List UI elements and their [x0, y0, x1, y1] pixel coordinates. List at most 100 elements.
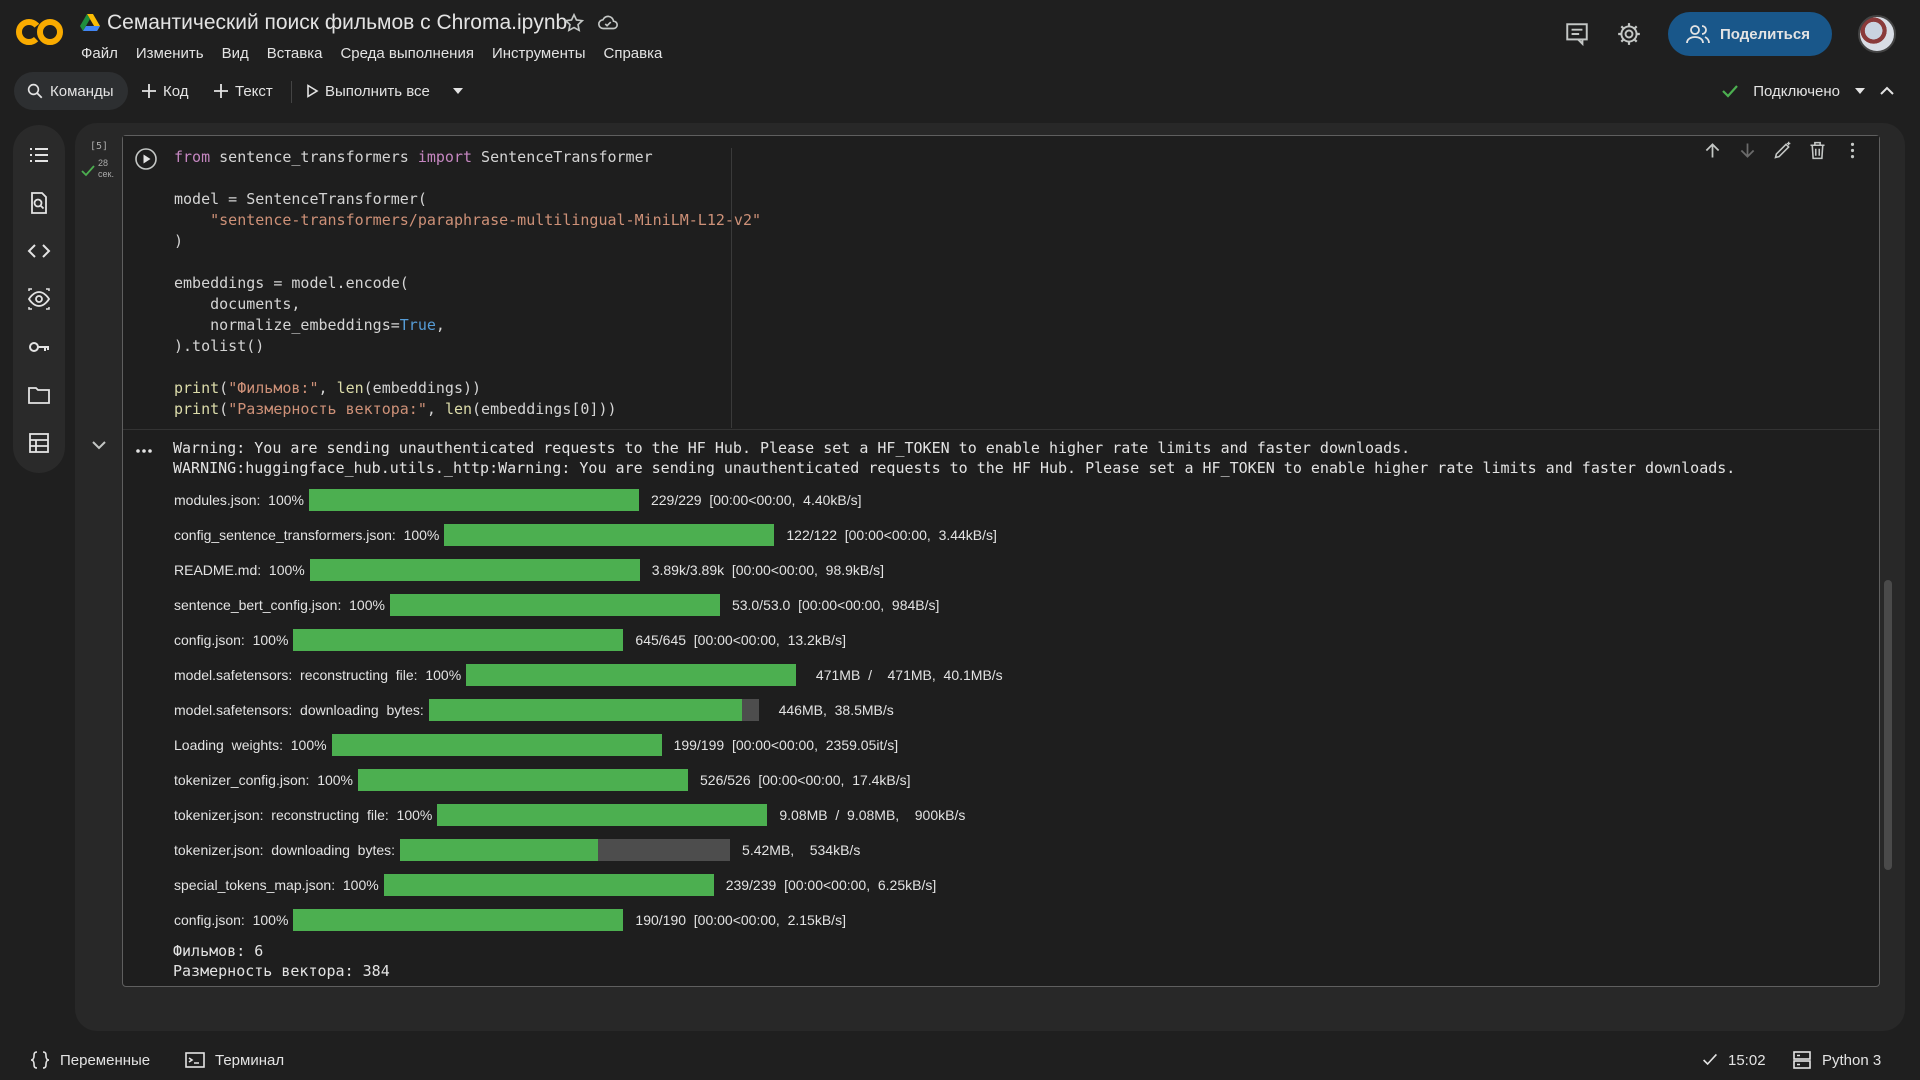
- server-icon: [1793, 1051, 1811, 1069]
- colab-logo[interactable]: [16, 14, 64, 50]
- progress-row: special_tokens_map.json: 100% 239/239 [00…: [173, 867, 1863, 902]
- progress-fill: [400, 838, 599, 861]
- move-up-icon[interactable]: [1702, 140, 1723, 161]
- code-line: documents,: [174, 295, 301, 313]
- progress-fill: [293, 908, 624, 931]
- progress-fill: [331, 733, 662, 756]
- people-icon: [1686, 25, 1710, 44]
- progress-stats: 9.08MB / 9.08MB, 900kB/s: [779, 806, 966, 823]
- progress-row: tokenizer.json: downloading bytes: 5.42MB…: [173, 832, 1863, 867]
- table-of-contents-icon[interactable]: [27, 143, 51, 167]
- progress-label: Loading weights: 100%: [174, 736, 327, 753]
- run-cell-button[interactable]: [135, 148, 157, 170]
- progress-stats: 122/122 [00:00<00:00, 3.44kB/s]: [786, 526, 997, 543]
- add-text-button[interactable]: Текст: [213, 72, 273, 110]
- progress-stats: 3.89k/3.89k [00:00<00:00, 98.9kB/s]: [651, 561, 885, 578]
- settings-gear-icon[interactable]: [1616, 21, 1642, 47]
- progress-fill: [308, 488, 639, 511]
- progress-fill: [444, 523, 775, 546]
- progress-fill: [428, 698, 743, 721]
- folder-icon[interactable]: [27, 383, 51, 407]
- variables-button[interactable]: Переменные: [30, 1040, 150, 1080]
- find-in-document-icon[interactable]: [27, 191, 51, 215]
- menu-runtime[interactable]: Среда выполнения: [331, 45, 483, 62]
- progress-bar: [383, 873, 714, 896]
- share-button[interactable]: Поделиться: [1667, 12, 1832, 56]
- code-editor[interactable]: from sentence_transformers import Senten…: [123, 136, 1879, 430]
- run-all-button[interactable]: Выполнить все: [305, 72, 430, 110]
- add-code-button[interactable]: Код: [141, 72, 189, 110]
- progress-bar: [293, 628, 624, 651]
- code-snippets-icon[interactable]: [27, 239, 51, 263]
- delete-trash-icon[interactable]: [1807, 140, 1828, 161]
- progress-stats: 239/239 [00:00<00:00, 6.25kB/s]: [725, 876, 937, 893]
- caret-down-icon: [453, 88, 463, 94]
- terminal-label: Терминал: [215, 1051, 285, 1069]
- menu-tools[interactable]: Инструменты: [483, 45, 595, 62]
- cloud-save-icon[interactable]: [597, 12, 619, 34]
- cell-output: Warning: You are sending unauthenticated…: [173, 438, 1863, 981]
- runtime-type[interactable]: Python 3: [1792, 1040, 1881, 1080]
- progress-fill: [389, 593, 720, 616]
- code-line: embeddings = model.encode(: [174, 274, 409, 292]
- runtime-label: Python 3: [1822, 1051, 1882, 1069]
- progress-row: sentence_bert_config.json: 100% 53.0/53.0…: [173, 587, 1863, 622]
- header: Семантический поиск фильмов с Chroma.ipy…: [0, 0, 1920, 70]
- scrollbar[interactable]: [1884, 580, 1892, 870]
- toolbar-divider: [291, 81, 292, 103]
- plus-icon: [142, 84, 156, 98]
- menu-edit[interactable]: Изменить: [127, 45, 213, 62]
- secrets-eye-icon[interactable]: [27, 287, 51, 311]
- progress-label: config_sentence_transformers.json: 100%: [174, 526, 440, 543]
- progress-bar: [400, 838, 731, 861]
- comments-icon[interactable]: [1564, 21, 1590, 47]
- more-vert-icon[interactable]: [1842, 140, 1863, 161]
- code-line: model = SentenceTransformer(: [174, 190, 427, 208]
- progress-fill: [293, 628, 624, 651]
- user-avatar[interactable]: [1858, 15, 1896, 53]
- add-code-label: Код: [163, 82, 189, 100]
- progress-row: tokenizer_config.json: 100% 526/526 [00:0…: [173, 762, 1863, 797]
- output-actions-icon[interactable]: [135, 444, 153, 458]
- star-icon[interactable]: [563, 12, 585, 34]
- progress-row: modules.json: 100% 229/229 [00:00<00:00, …: [173, 482, 1863, 517]
- progress-stats: 199/199 [00:00<00:00, 2359.05it/s]: [673, 736, 899, 753]
- progress-bar: [437, 803, 768, 826]
- caret-down-icon[interactable]: [1854, 86, 1866, 96]
- execution-count: [5]: [90, 141, 109, 152]
- braces-icon: [30, 1051, 50, 1069]
- run-all-dropdown[interactable]: [452, 72, 464, 110]
- code-cell[interactable]: from sentence_transformers import Senten…: [122, 135, 1880, 987]
- progress-fill: [358, 768, 688, 791]
- data-table-icon[interactable]: [27, 431, 51, 455]
- menu-file[interactable]: Файл: [81, 45, 127, 62]
- add-text-label: Текст: [235, 82, 273, 100]
- progress-label: config.json: 100%: [174, 911, 289, 928]
- progress-label: README.md: 100%: [174, 561, 305, 578]
- progress-bars: modules.json: 100% 229/229 [00:00<00:00, …: [173, 482, 1863, 937]
- progress-bar: [331, 733, 662, 756]
- edit-pencil-icon[interactable]: [1772, 140, 1793, 161]
- menu-insert[interactable]: Вставка: [258, 45, 332, 62]
- search-icon: [27, 83, 43, 99]
- move-down-icon[interactable]: [1737, 140, 1758, 161]
- menu-help[interactable]: Справка: [595, 45, 672, 62]
- execution-time-unit: сек.: [98, 169, 114, 179]
- plus-icon: [214, 84, 228, 98]
- progress-label: model.safetensors: reconstructing file: …: [174, 666, 462, 683]
- menu-view[interactable]: Вид: [213, 45, 258, 62]
- code-content[interactable]: from sentence_transformers import Senten…: [174, 147, 761, 420]
- terminal-button[interactable]: Терминал: [185, 1040, 284, 1080]
- execution-time: 28 сек.: [98, 158, 114, 180]
- collapse-output-chevron-icon[interactable]: [92, 440, 106, 450]
- key-icon[interactable]: [27, 335, 51, 359]
- connection-status[interactable]: Подключено: [1753, 83, 1840, 100]
- menu-bar: Файл Изменить Вид Вставка Среда выполнен…: [81, 45, 671, 62]
- commands-button[interactable]: Команды: [14, 72, 128, 110]
- progress-row: README.md: 100% 3.89k/3.89k [00:00<00:00,…: [173, 552, 1863, 587]
- notebook-title[interactable]: Семантический поиск фильмов с Chroma.ipy…: [107, 11, 567, 35]
- code-line: ): [174, 232, 184, 250]
- last-run-status[interactable]: 15:02: [1702, 1040, 1766, 1080]
- chevron-up-icon[interactable]: [1880, 86, 1894, 96]
